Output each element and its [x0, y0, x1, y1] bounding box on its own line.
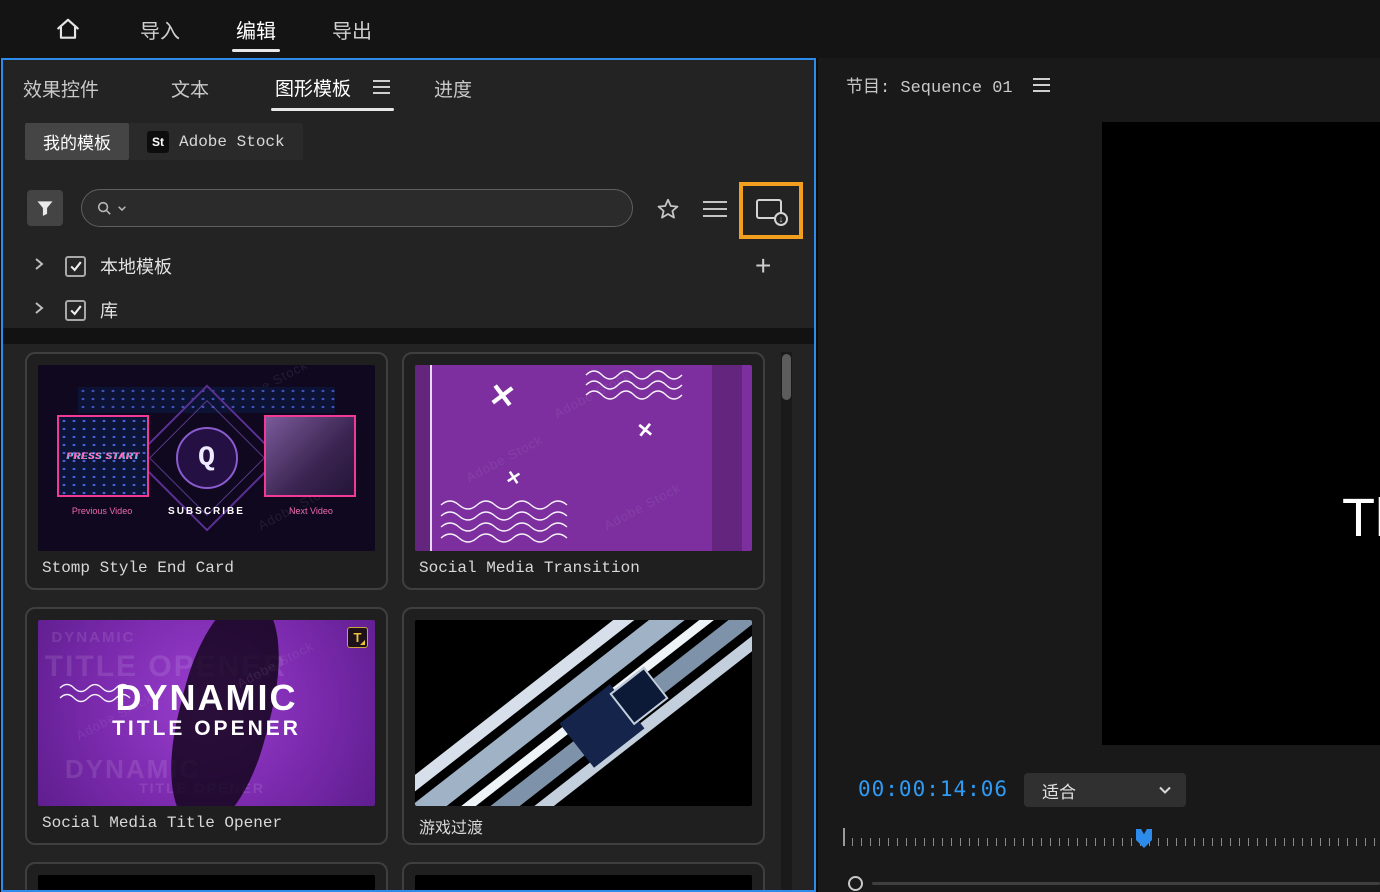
- filter-button[interactable]: [27, 190, 63, 226]
- template-card-stomp-end-card[interactable]: Adobe Stock Adobe Stock Adobe Stock PRES…: [25, 352, 388, 590]
- program-monitor-panel: 节目: Sequence 01 Th 00:00:14:06 适合: [818, 58, 1380, 892]
- template-thumbnail: [415, 875, 752, 890]
- program-header: 节目: Sequence 01: [846, 72, 1050, 98]
- video-preview: Th: [1102, 122, 1380, 745]
- watermark-text: Adobe Stock: [463, 431, 546, 485]
- title-line-1: DYNAMIC: [115, 676, 298, 718]
- home-icon: [57, 18, 79, 39]
- adobe-stock-chip[interactable]: St Adobe Stock: [129, 123, 303, 160]
- template-thumbnail: DYNAMIC TITLE OPENER DYNAMIC TITLE OPENE…: [38, 620, 375, 806]
- check-icon: [69, 305, 82, 316]
- previous-video-frame: PRESS START: [56, 415, 150, 498]
- template-title: 游戏过渡: [419, 820, 484, 838]
- libraries-checkbox[interactable]: [65, 299, 86, 321]
- zoom-fit-label: 适合: [1042, 782, 1076, 802]
- template-card-partial[interactable]: [402, 862, 765, 890]
- chevron-right-icon[interactable]: [33, 301, 45, 320]
- section-divider: [3, 328, 814, 344]
- tab-edit[interactable]: 编辑: [232, 1, 280, 58]
- subscribe-label: SUBSCRIBE: [168, 506, 245, 518]
- timeline-ruler[interactable]: [843, 828, 1380, 846]
- favorites-filter-button[interactable]: [651, 192, 685, 226]
- list-view-button[interactable]: [703, 192, 737, 226]
- tab-text[interactable]: 文本: [171, 75, 209, 102]
- left-strip: [415, 365, 432, 551]
- title-text-block: DYNAMIC TITLE OPENER: [38, 678, 375, 742]
- funnel-icon: [37, 201, 53, 216]
- template-card-social-media-transition[interactable]: Adobe Stock Adobe Stock Adobe Stock ✕ ✕ …: [402, 352, 765, 590]
- premiere-app: 导入 编辑 导出 效果控件 文本 图形模板 进度 我的模板 St Adobe S…: [0, 0, 1380, 892]
- template-card-partial[interactable]: [25, 862, 388, 890]
- chevron-right-icon[interactable]: [33, 257, 45, 276]
- search-box[interactable]: [81, 189, 633, 227]
- stock-badge-icon: St: [147, 130, 169, 153]
- adobe-stock-label: Adobe Stock: [179, 132, 285, 151]
- preview-overlay-text: Th: [1342, 488, 1380, 548]
- my-templates-chip[interactable]: 我的模板: [25, 123, 129, 160]
- program-title: 节目: Sequence 01: [846, 79, 1013, 98]
- next-video-label: Next Video: [289, 506, 333, 517]
- tab-graphics-templates-label: 图形模板: [275, 78, 352, 100]
- cross-doodle: ✕: [504, 466, 523, 490]
- watermark-text: Adobe Stock: [601, 479, 684, 533]
- app-top-bar: 导入 编辑 导出: [0, 0, 1380, 58]
- zoom-fit-dropdown[interactable]: 适合: [1024, 773, 1186, 807]
- annotation-highlight-box: ↓: [739, 182, 803, 239]
- cross-doodle: ✕: [486, 376, 519, 416]
- text-template-badge-icon: T: [347, 627, 368, 648]
- chevron-down-icon: [1159, 786, 1171, 794]
- add-template-button[interactable]: +: [755, 252, 771, 280]
- tree-label-libraries: 库: [100, 301, 118, 321]
- template-thumbnail: [38, 875, 375, 890]
- search-icon: [97, 201, 111, 215]
- next-video-frame: [263, 415, 357, 498]
- zoom-scroll-track[interactable]: [872, 882, 1380, 885]
- tab-graphics-templates[interactable]: 图形模板: [271, 74, 395, 111]
- template-thumbnail: Adobe Stock Adobe Stock Adobe Stock PRES…: [38, 365, 375, 551]
- ghost-text: DYNAMIC: [51, 629, 136, 647]
- tab-import[interactable]: 导入: [138, 1, 182, 58]
- graphics-templates-panel: 效果控件 文本 图形模板 进度 我的模板 St Adobe Stock ↓ 本地…: [1, 58, 816, 892]
- tree-label-local-templates: 本地模板: [100, 257, 172, 277]
- scrollbar-thumb[interactable]: [782, 354, 791, 400]
- template-thumbnail: Adobe Stock Adobe Stock Adobe Stock ✕ ✕ …: [415, 365, 752, 551]
- panel-tabs: 效果控件 文本 图形模板 进度: [23, 70, 472, 111]
- template-card-game-transition[interactable]: 游戏过渡: [402, 607, 765, 845]
- squiggle-lines: [585, 370, 682, 400]
- timecode-display[interactable]: 00:00:14:06: [858, 777, 1008, 801]
- install-arrow-icon: ↓: [774, 211, 788, 226]
- panel-menu-icon[interactable]: [373, 80, 391, 94]
- cross-doodle: ✕: [636, 418, 656, 443]
- right-strip: [711, 365, 742, 551]
- template-source-chips: 我的模板 St Adobe Stock: [25, 123, 303, 160]
- home-button[interactable]: [52, 13, 84, 45]
- local-templates-checkbox[interactable]: [65, 255, 86, 277]
- install-template-button[interactable]: ↓: [756, 198, 788, 226]
- title-line-2: TITLE OPENER: [112, 717, 301, 741]
- tab-effect-controls[interactable]: 效果控件: [23, 75, 99, 102]
- tab-progress[interactable]: 进度: [434, 75, 472, 102]
- vertical-scrollbar[interactable]: [781, 352, 792, 890]
- template-title: Social Media Title Opener: [42, 814, 283, 832]
- mode-tabs: 导入 编辑 导出: [138, 0, 374, 58]
- template-thumbnail: [415, 620, 752, 806]
- channel-logo: Q: [175, 427, 238, 489]
- tree-row-libraries[interactable]: 库: [3, 290, 814, 330]
- search-input[interactable]: [131, 199, 618, 217]
- tree-row-local-templates[interactable]: 本地模板 +: [3, 246, 814, 286]
- check-icon: [69, 261, 82, 272]
- previous-video-label: Previous Video: [71, 506, 133, 517]
- template-card-title-opener[interactable]: DYNAMIC TITLE OPENER DYNAMIC TITLE OPENE…: [25, 607, 388, 845]
- tab-export[interactable]: 导出: [330, 1, 374, 58]
- search-chevron-down-icon: [118, 206, 126, 212]
- press-start-text: PRESS START: [66, 451, 140, 462]
- zoom-scroll-handle[interactable]: [848, 876, 863, 891]
- star-icon: [657, 198, 679, 219]
- program-panel-menu-icon[interactable]: [1032, 78, 1050, 92]
- template-title: Stomp Style End Card: [42, 559, 235, 577]
- squiggle-lines: [440, 500, 568, 543]
- template-title: Social Media Transition: [419, 559, 640, 577]
